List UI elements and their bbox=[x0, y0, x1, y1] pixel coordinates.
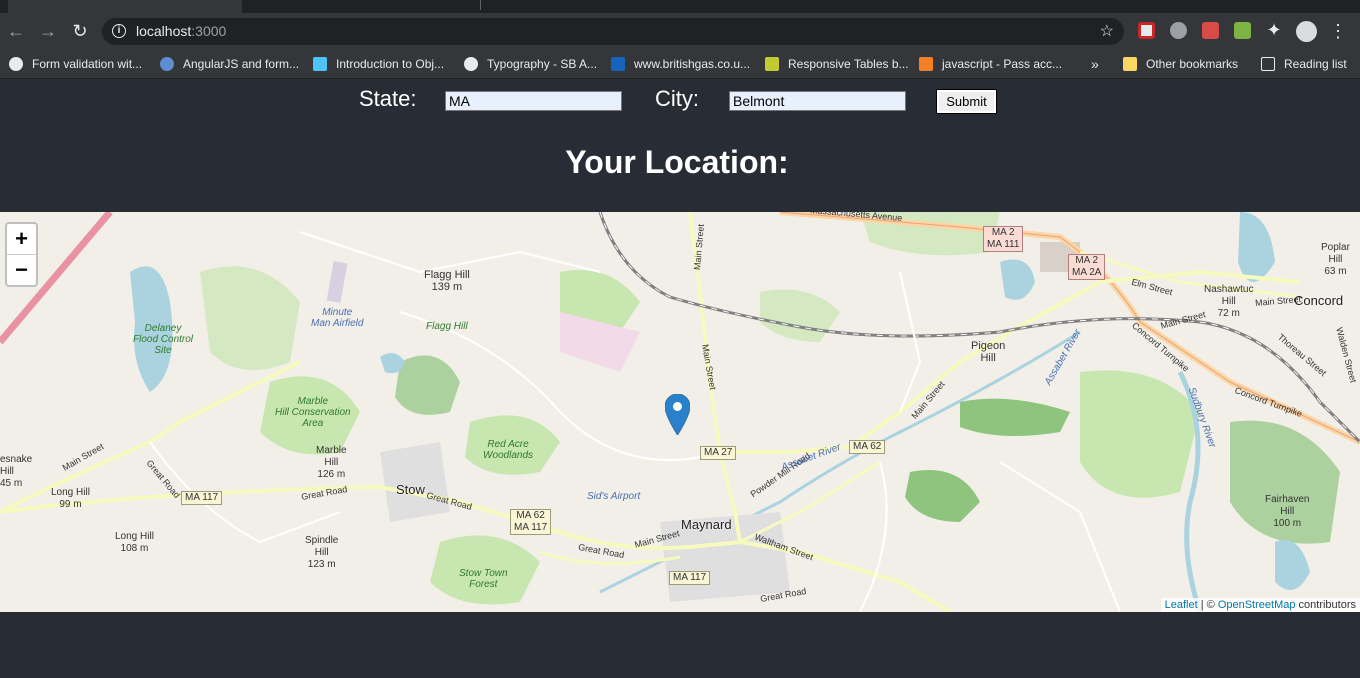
bookmarks-bar: Form validation wit... AngularJS and for… bbox=[0, 49, 1360, 79]
bookmarks-overflow-button[interactable]: » bbox=[1091, 56, 1099, 72]
attribution-contributors: contributors bbox=[1295, 599, 1356, 611]
red-extension-icon[interactable] bbox=[1202, 22, 1219, 39]
stackoverflow-icon bbox=[919, 57, 933, 71]
extensions-puzzle-icon[interactable]: ✦ bbox=[1264, 20, 1284, 40]
zoom-in-button[interactable]: + bbox=[7, 224, 36, 254]
stow-town-forest-label: Stow Town Forest bbox=[459, 568, 508, 590]
city-input[interactable] bbox=[729, 91, 906, 111]
city-label: City: bbox=[655, 86, 699, 111]
park-area bbox=[760, 289, 840, 342]
marble-hill-peak-label: Marble Hill 126 m bbox=[316, 445, 347, 480]
page-title: Your Location: bbox=[565, 144, 789, 180]
route-shield-ma2-ma111: MA 2 MA 111 bbox=[983, 226, 1024, 252]
water-body bbox=[1238, 212, 1275, 282]
powder-mill-road bbox=[739, 460, 881, 544]
submit-button[interactable]: Submit bbox=[936, 89, 997, 114]
britishgas-icon bbox=[611, 57, 625, 71]
menu-kebab-icon[interactable]: ⋮ bbox=[1328, 21, 1348, 41]
active-tab[interactable] bbox=[8, 0, 242, 13]
red-acre-label: Red Acre Woodlands bbox=[483, 439, 534, 461]
sids-airport-label: Sid's Airport bbox=[587, 491, 641, 502]
back-arrow-icon[interactable]: ← bbox=[6, 21, 26, 41]
reading-list-icon bbox=[1261, 57, 1275, 71]
park-area bbox=[200, 266, 300, 370]
route-shield-ma117: MA 117 bbox=[181, 491, 223, 505]
route-shield-ma62: MA 62 bbox=[849, 440, 886, 454]
state-input[interactable] bbox=[445, 91, 622, 111]
chart-extension-icon[interactable] bbox=[1234, 22, 1251, 39]
esnake-hill-label: esnake Hill 45 m bbox=[0, 454, 33, 489]
flagg-hill-area-label: Flagg Hill bbox=[426, 321, 468, 332]
marble-hill-area-label: Marble Hill Conservation Area bbox=[275, 396, 351, 429]
tab-strip bbox=[0, 0, 1360, 13]
page-icon bbox=[313, 57, 327, 71]
bookmark-star-icon[interactable]: ☆ bbox=[1100, 21, 1114, 41]
globe-icon bbox=[464, 57, 478, 71]
map-attribution: Leaflet | © OpenStreetMap contributors bbox=[1160, 598, 1360, 612]
pigeon-hill-label: Pigeon Hill bbox=[971, 340, 1006, 364]
site-info-icon[interactable]: i bbox=[112, 24, 126, 38]
profile-avatar[interactable] bbox=[1296, 21, 1317, 42]
minor-road bbox=[899, 271, 922, 413]
address-bar[interactable]: i localhost:3000 ☆ bbox=[102, 18, 1124, 45]
zoom-control: + − bbox=[5, 222, 38, 287]
route-shield-ma62-ma117: MA 62 MA 117 bbox=[510, 509, 552, 535]
forward-arrow-icon[interactable]: → bbox=[38, 21, 58, 41]
tab-separator bbox=[480, 0, 481, 10]
park-area bbox=[905, 470, 980, 522]
park-area bbox=[395, 355, 460, 415]
spindle-hill-label: Spindle Hill 123 m bbox=[305, 535, 339, 570]
long-hill-2-label: Long Hill 108 m bbox=[115, 531, 154, 554]
route-shield-ma27: MA 27 bbox=[700, 446, 737, 460]
state-label: State: bbox=[359, 86, 417, 111]
town-label-stow: Stow bbox=[396, 482, 425, 497]
route-shield-ma117: MA 117 bbox=[669, 571, 711, 585]
town-label-concord: Concord bbox=[1294, 293, 1344, 308]
flagg-hill-peak-label: Flagg Hill 139 m bbox=[424, 269, 470, 293]
zoom-out-button[interactable]: − bbox=[7, 255, 36, 285]
minute-man-airfield-label: Minute Man Airfield bbox=[311, 307, 364, 329]
minor-road bbox=[859, 461, 888, 612]
bookmark-item[interactable]: Introduction to Obj... bbox=[313, 56, 444, 72]
bookmark-item[interactable]: javascript - Pass acc... bbox=[919, 56, 1062, 72]
fairhaven-hill-label: Fairhaven Hill 100 m bbox=[1265, 494, 1310, 529]
bookmark-item[interactable]: www.britishgas.co.u... bbox=[611, 56, 750, 72]
delaney-label: Delaney Flood Control Site bbox=[133, 323, 194, 356]
z-icon bbox=[765, 57, 779, 71]
reading-list[interactable]: Reading list bbox=[1261, 56, 1347, 72]
long-hill-label: Long Hill 99 m bbox=[51, 487, 90, 510]
nashawtuc-hill-label: Nashawtuc Hill 72 m bbox=[1204, 284, 1254, 319]
cloud-icon bbox=[160, 57, 174, 71]
bookmark-item[interactable]: Responsive Tables b... bbox=[765, 56, 909, 72]
airfield-runway bbox=[326, 261, 348, 303]
pocket-extension-icon[interactable] bbox=[1138, 22, 1155, 39]
github-icon bbox=[9, 57, 23, 71]
record-extension-icon[interactable] bbox=[1170, 22, 1187, 39]
other-bookmarks[interactable]: Other bookmarks bbox=[1123, 56, 1238, 72]
reload-icon[interactable]: ↻ bbox=[70, 21, 90, 41]
park-area bbox=[1080, 370, 1200, 498]
openstreetmap-link[interactable]: OpenStreetMap bbox=[1218, 599, 1296, 611]
folder-icon bbox=[1123, 57, 1137, 71]
water-body bbox=[1000, 259, 1035, 300]
route-shield-ma2-ma2a: MA 2 MA 2A bbox=[1068, 254, 1106, 280]
leaflet-map[interactable]: Stow Maynard Concord Flagg Hill 139 m Min… bbox=[0, 212, 1360, 612]
water-body bbox=[1275, 540, 1310, 590]
bookmark-item[interactable]: Typography - SB A... bbox=[464, 56, 597, 72]
bookmark-item[interactable]: AngularJS and form... bbox=[160, 56, 299, 72]
poplar-hill-label: Poplar Hill 63 m bbox=[1321, 242, 1350, 277]
bookmark-item[interactable]: Form validation wit... bbox=[9, 56, 142, 72]
location-marker-icon[interactable] bbox=[664, 393, 691, 440]
town-label-maynard: Maynard bbox=[681, 517, 732, 532]
park-area bbox=[960, 398, 1070, 436]
page-content: State: City: Submit Your Location: bbox=[0, 80, 1360, 678]
browser-toolbar: ← → ↻ i localhost:3000 ☆ ✦ ⋮ bbox=[0, 13, 1360, 49]
leaflet-link[interactable]: Leaflet bbox=[1165, 599, 1198, 611]
url-text: localhost:3000 bbox=[136, 23, 227, 39]
attribution-separator: | © bbox=[1197, 599, 1218, 611]
